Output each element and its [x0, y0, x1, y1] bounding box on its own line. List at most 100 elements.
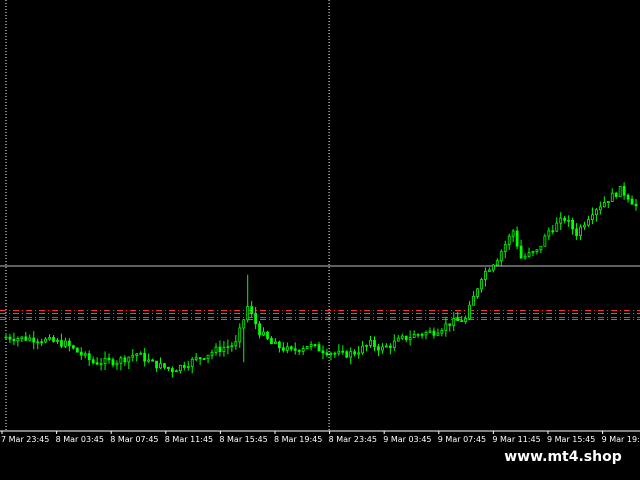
candle — [436, 328, 440, 337]
candle-body — [571, 219, 575, 230]
candle — [547, 227, 551, 241]
candle — [246, 274, 250, 323]
candle-body — [210, 351, 214, 356]
candle-series — [4, 182, 638, 378]
candle-body — [139, 352, 143, 355]
time-axis-label: 8 Mar 07:45 — [110, 435, 159, 444]
candle — [95, 357, 99, 366]
candle-body — [103, 357, 107, 365]
candle-body — [151, 359, 154, 362]
candle — [527, 247, 531, 258]
candle-body — [71, 345, 75, 349]
candle — [559, 212, 563, 230]
candle — [230, 342, 234, 352]
candle — [468, 300, 471, 320]
candle-body — [131, 355, 135, 358]
time-axis-label: 8 Mar 11:45 — [164, 435, 214, 444]
time-axis-label: 7 Mar 23:45 — [1, 435, 50, 444]
candle — [103, 351, 107, 370]
candle — [71, 344, 75, 350]
candle — [579, 224, 582, 241]
candle-body — [178, 364, 182, 372]
candle-body — [20, 336, 24, 339]
candle — [151, 358, 154, 362]
candle-body — [246, 306, 250, 321]
candle — [392, 334, 396, 351]
candle-body — [440, 329, 444, 334]
candle — [4, 332, 8, 339]
candle-body — [563, 217, 567, 221]
candle — [163, 363, 166, 370]
candle — [36, 338, 40, 350]
candle — [543, 233, 547, 247]
candle — [167, 366, 170, 372]
candle — [598, 201, 602, 215]
candle-body — [602, 202, 606, 208]
candle — [155, 360, 158, 372]
candle — [178, 364, 182, 374]
candle — [440, 328, 444, 337]
candle — [226, 339, 230, 355]
candle-body — [614, 192, 618, 197]
candle-body — [313, 344, 317, 346]
candle — [64, 337, 67, 349]
candle-body — [107, 357, 111, 361]
candle — [491, 263, 495, 273]
time-axis-label: 8 Mar 15:45 — [219, 435, 268, 444]
candle-body — [503, 244, 507, 253]
candle-body — [507, 235, 511, 245]
candle-body — [388, 345, 392, 348]
candle-body — [384, 345, 388, 348]
candle — [420, 332, 424, 339]
candle-body — [531, 251, 535, 254]
candle-body — [147, 359, 151, 362]
chart-window[interactable]: 7 Mar 23:45 8 Mar 03:45 8 Mar 07:45 8 Mar 1… — [0, 0, 640, 480]
candle-body — [36, 341, 40, 344]
candle-body — [301, 348, 305, 352]
candle-body — [317, 344, 321, 352]
candle — [159, 357, 162, 369]
candle-body — [594, 209, 598, 216]
candle — [297, 349, 301, 355]
candle-body — [480, 279, 483, 290]
candle-body — [420, 333, 424, 336]
candle — [571, 217, 575, 235]
candle-body — [258, 323, 261, 336]
candle-body — [8, 336, 12, 340]
level-lines — [0, 310, 640, 320]
candle-body — [488, 269, 491, 272]
candle-body — [428, 330, 432, 333]
candle — [107, 353, 111, 364]
candle — [8, 333, 12, 343]
candle — [60, 333, 63, 349]
candle — [404, 335, 408, 343]
candle — [373, 336, 376, 351]
candle-body — [535, 249, 539, 252]
candle — [416, 333, 420, 339]
candle — [281, 342, 285, 353]
candle — [400, 333, 404, 341]
price-chart[interactable] — [0, 0, 640, 452]
candle-body — [495, 260, 499, 266]
candle-body — [52, 337, 55, 342]
candle-body — [285, 346, 289, 351]
candle — [384, 343, 388, 348]
candle-body — [99, 363, 103, 366]
candle — [143, 348, 147, 367]
candle-body — [56, 340, 59, 342]
candle — [583, 221, 586, 230]
candle-body — [32, 337, 36, 343]
candle — [258, 321, 261, 339]
candle — [365, 344, 368, 352]
candle-body — [452, 318, 456, 326]
candle — [484, 267, 487, 287]
candle-body — [416, 333, 420, 336]
candle — [99, 357, 103, 371]
candle — [591, 207, 594, 225]
candle — [139, 351, 143, 355]
candle — [555, 217, 559, 232]
candle — [262, 327, 265, 337]
candle-body — [87, 353, 91, 361]
candle-body — [404, 335, 408, 341]
time-axis-label: 9 Mar 11:45 — [492, 435, 541, 444]
